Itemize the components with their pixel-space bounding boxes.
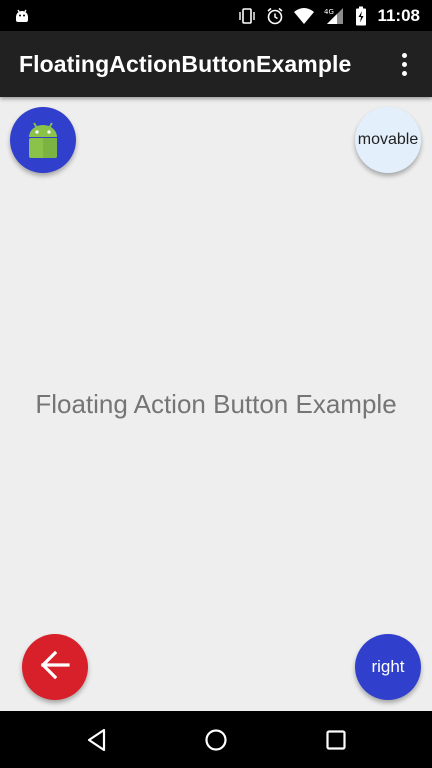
wifi-icon bbox=[293, 7, 315, 25]
arrow-back-icon bbox=[38, 648, 72, 687]
right-fab-button[interactable]: right bbox=[355, 634, 421, 700]
navigation-bar bbox=[0, 711, 432, 768]
network-type-label: 4G bbox=[324, 8, 334, 16]
more-vert-icon[interactable] bbox=[390, 50, 418, 78]
app-bar: FloatingActionButtonExample bbox=[0, 31, 432, 97]
android-debug-icon bbox=[12, 6, 32, 26]
android-icon bbox=[18, 113, 68, 168]
main-content: movable Floating Action Button Example r… bbox=[0, 97, 432, 711]
recents-square-icon[interactable] bbox=[321, 725, 351, 755]
status-bar: 4G 11:08 bbox=[0, 0, 432, 31]
alarm-icon bbox=[265, 6, 285, 26]
back-fab-button[interactable] bbox=[22, 634, 88, 700]
status-time: 11:08 bbox=[377, 5, 420, 25]
movable-fab-button[interactable]: movable bbox=[355, 107, 421, 173]
home-circle-icon[interactable] bbox=[201, 725, 231, 755]
battery-charging-icon bbox=[355, 6, 367, 26]
android-fab-button[interactable] bbox=[10, 107, 76, 173]
center-text: Floating Action Button Example bbox=[35, 389, 397, 419]
vibrate-icon bbox=[237, 6, 257, 26]
app-title: FloatingActionButtonExample bbox=[19, 51, 352, 77]
phone-screen: 4G 11:08 FloatingActionButtonExample mov… bbox=[0, 0, 432, 768]
cell-signal-icon: 4G bbox=[323, 6, 347, 26]
back-triangle-icon[interactable] bbox=[82, 725, 112, 755]
status-icons: 4G 11:08 bbox=[237, 0, 420, 31]
